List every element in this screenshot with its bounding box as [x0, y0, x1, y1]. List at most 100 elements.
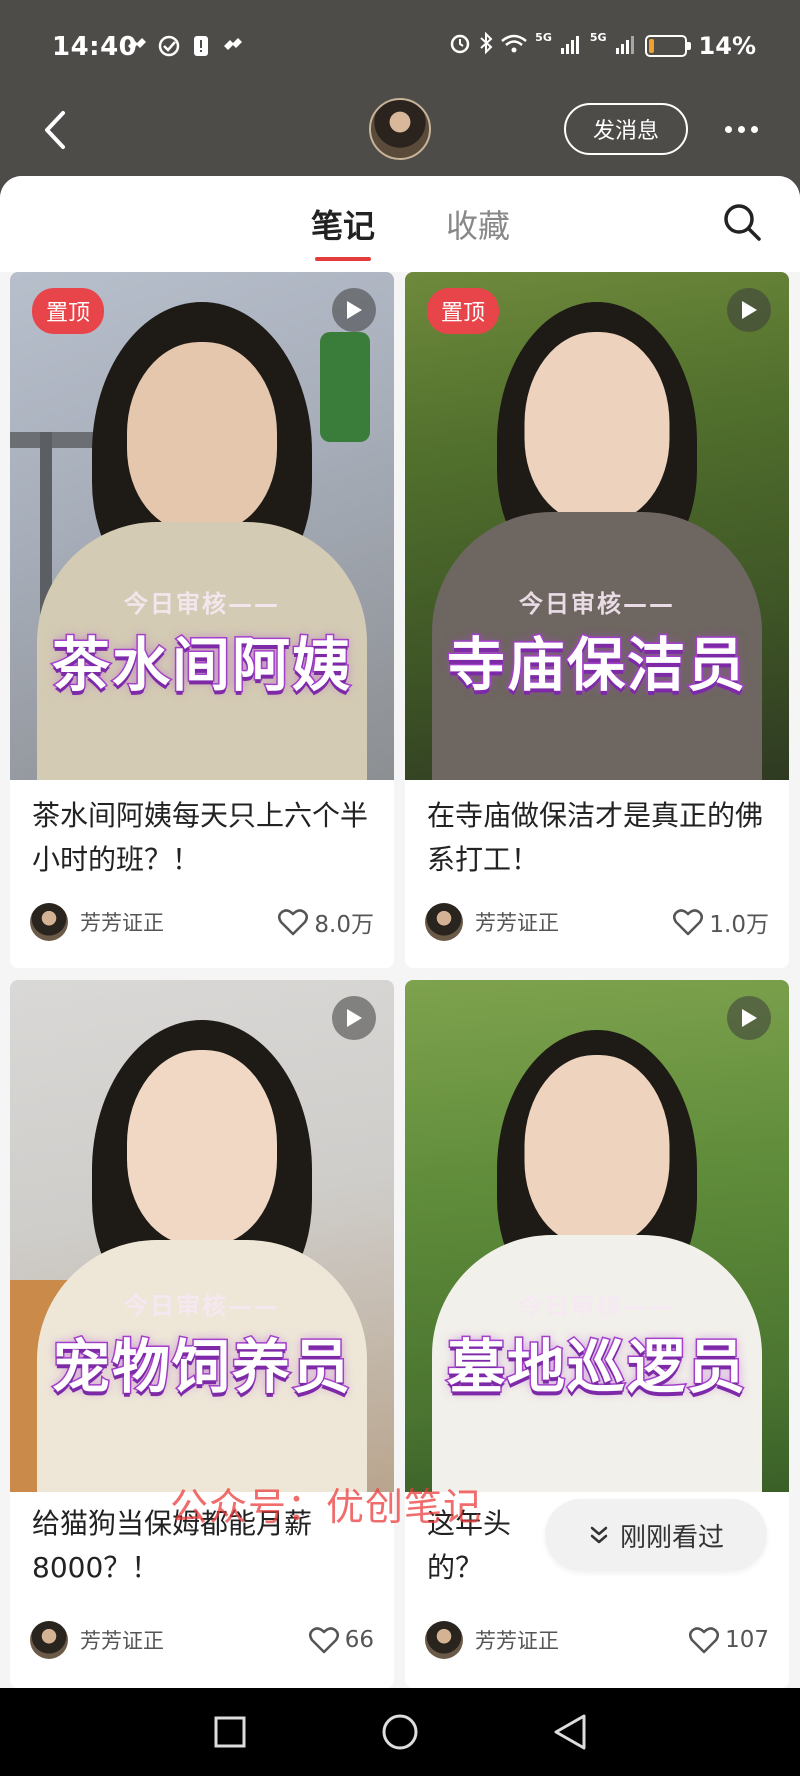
note-meta: 芳芳证正 66 [30, 1620, 374, 1660]
play-icon [347, 301, 362, 319]
overlay-title: 寺庙保洁员 [445, 630, 747, 701]
signal-icon [560, 32, 582, 60]
square-nav-icon [214, 1716, 246, 1748]
play-icon [742, 301, 757, 319]
railing [10, 432, 100, 448]
system-nav-bar [0, 1688, 800, 1776]
author-name[interactable]: 芳芳证正 [80, 1625, 164, 1655]
note-meta: 芳芳证正 1.0万 [425, 902, 769, 942]
like-count: 8.0万 [314, 912, 374, 938]
note-meta: 芳芳证正 107 [425, 1620, 769, 1660]
more-icon [724, 125, 732, 133]
like-count: 66 [344, 1627, 374, 1653]
note-title[interactable]: 在寺庙做保洁才是真正的佛系打工！ [427, 794, 771, 882]
play-icon [347, 1009, 362, 1027]
recents-button[interactable] [208, 1710, 252, 1754]
like-button[interactable]: 107 [689, 1626, 769, 1654]
play-button[interactable] [332, 996, 376, 1040]
alarm-icon [449, 32, 471, 60]
battery-icon [644, 35, 691, 57]
figure-face [127, 342, 277, 532]
note-cover[interactable]: 今日审核—— 宠物饲养员 [10, 980, 394, 1492]
stocking [320, 332, 370, 442]
tab-favorites[interactable]: 收藏 [446, 201, 510, 247]
battery-percent: 14% [698, 32, 756, 60]
note-meta: 芳芳证正 8.0万 [30, 902, 374, 942]
recently-viewed-label: 刚刚看过 [619, 1522, 724, 1553]
home-button[interactable] [378, 1710, 422, 1754]
author-name[interactable]: 芳芳证正 [475, 1625, 559, 1655]
alert-icon [189, 34, 213, 58]
overlay-subtitle: 今日审核—— [124, 1292, 280, 1320]
note-card[interactable]: 今日审核—— 墓地巡逻员 这年头 的？ 芳芳证正 107 [405, 980, 789, 1688]
avatar[interactable] [369, 98, 431, 160]
figure-face [524, 1055, 670, 1245]
battery-fill [648, 39, 654, 53]
tab-notes[interactable]: 笔记 [311, 201, 375, 261]
overlay-subtitle: 今日审核—— [519, 1292, 675, 1320]
content-sheet: 笔记 收藏 置顶 今日审核—— 茶水间阿姨 茶水间阿姨每天只上六个半小时的班？！… [0, 176, 800, 1688]
like-count: 107 [725, 1627, 769, 1653]
author-avatar[interactable] [425, 1621, 463, 1659]
notification-icons [125, 34, 245, 58]
app-notification-icon [221, 34, 245, 58]
play-button[interactable] [727, 996, 771, 1040]
search-icon [724, 204, 761, 241]
check-circle-icon [157, 34, 181, 58]
heart-icon [308, 1627, 339, 1654]
bluetooth-icon [479, 31, 493, 60]
overlay-subtitle: 今日审核—— [124, 590, 280, 618]
author-avatar[interactable] [30, 903, 68, 941]
like-count: 1.0万 [709, 912, 769, 938]
like-button[interactable]: 8.0万 [278, 905, 374, 939]
figure-face [524, 332, 670, 522]
author-name[interactable]: 芳芳证正 [475, 907, 559, 937]
author-avatar[interactable] [30, 1621, 68, 1659]
note-card[interactable]: 今日审核—— 宠物饲养员 给猫狗当保姆都能月薪8000？！ 芳芳证正 66 [10, 980, 394, 1688]
note-cover[interactable]: 置顶 今日审核—— 茶水间阿姨 [10, 272, 394, 780]
play-button[interactable] [727, 288, 771, 332]
profile-header: 发消息 [0, 95, 800, 180]
recently-viewed-button[interactable]: 刚刚看过 [545, 1499, 767, 1571]
overlay-title: 墓地巡逻员 [445, 1332, 747, 1403]
triangle-nav-icon [554, 1714, 586, 1750]
author-name[interactable]: 芳芳证正 [80, 907, 164, 937]
note-title[interactable]: 茶水间阿姨每天只上六个半小时的班？！ [32, 794, 376, 882]
figure-face [127, 1050, 277, 1245]
tab-bar: 笔记 收藏 [0, 176, 800, 272]
heart-icon [689, 1627, 720, 1654]
pinned-badge: 置顶 [427, 288, 500, 334]
heart-icon [673, 909, 704, 936]
system-status: 5G 5G 14% [449, 31, 756, 60]
author-avatar[interactable] [425, 903, 463, 941]
more-icon-dot [737, 125, 745, 133]
note-card[interactable]: 置顶 今日审核—— 寺庙保洁员 在寺庙做保洁才是真正的佛系打工！ 芳芳证正 1.… [405, 272, 789, 968]
search-button[interactable] [722, 202, 766, 246]
like-button[interactable]: 1.0万 [673, 905, 769, 939]
note-cover[interactable]: 今日审核—— 墓地巡逻员 [405, 980, 789, 1492]
signal-icon [615, 32, 637, 60]
status-bar: 14:40 5G 5G 14% [0, 0, 800, 95]
heart-icon [278, 909, 309, 936]
note-card[interactable]: 置顶 今日审核—— 茶水间阿姨 茶水间阿姨每天只上六个半小时的班？！ 芳芳证正 … [10, 272, 394, 968]
pinned-badge: 置顶 [32, 288, 105, 334]
chevron-down-icon [590, 1526, 608, 1544]
network-label-2: 5G [589, 31, 607, 44]
back-nav-button[interactable] [548, 1710, 592, 1754]
back-icon [45, 111, 65, 149]
overlay-subtitle: 今日审核—— [519, 590, 675, 618]
play-icon [742, 1009, 757, 1027]
circle-nav-icon [382, 1714, 418, 1750]
back-button[interactable] [30, 105, 80, 155]
send-message-button[interactable]: 发消息 [564, 103, 688, 155]
like-button[interactable]: 66 [308, 1626, 374, 1654]
play-button[interactable] [332, 288, 376, 332]
app-notification-icon [125, 34, 149, 58]
overlay-title: 宠物饲养员 [50, 1332, 352, 1403]
note-cover[interactable]: 置顶 今日审核—— 寺庙保洁员 [405, 272, 789, 780]
wifi-icon [501, 32, 527, 60]
overlay-title: 茶水间阿姨 [50, 630, 352, 701]
watermark: 公众号：优创笔记 [170, 1485, 483, 1529]
more-icon-dot [750, 125, 758, 133]
more-button[interactable] [716, 107, 766, 151]
